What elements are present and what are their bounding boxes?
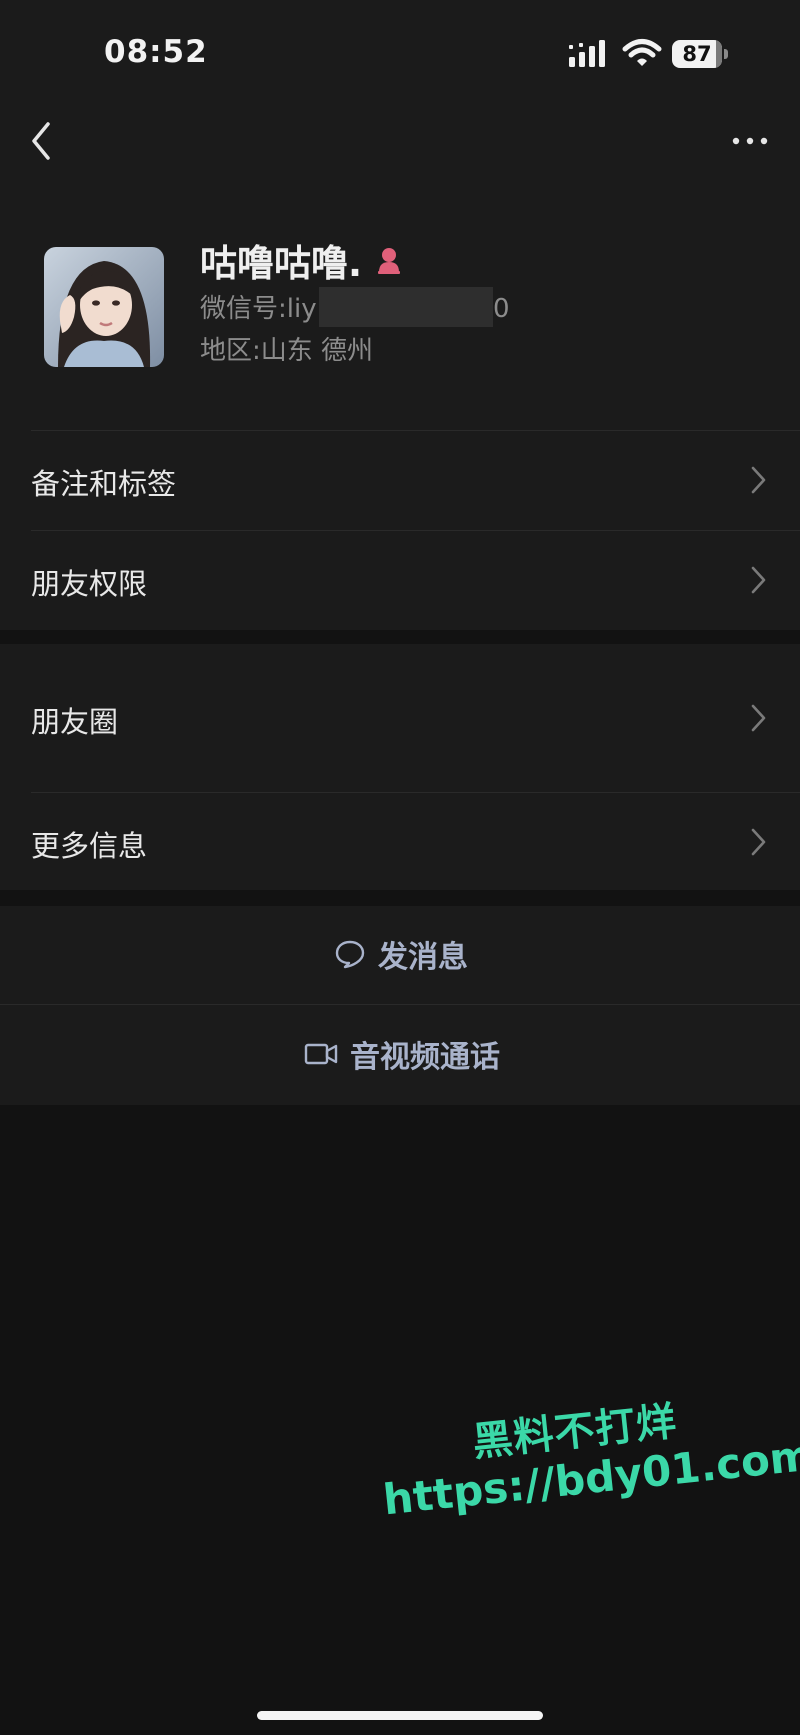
list-item-moments[interactable]: 朋友圈 [0, 644, 800, 792]
battery-body: 87 [672, 40, 722, 68]
list-item-friend-permissions[interactable]: 朋友权限 [0, 532, 800, 628]
divider [31, 530, 800, 531]
chevron-left-icon [32, 122, 50, 160]
send-message-button[interactable]: 发消息 [0, 906, 800, 1002]
chevron-right-icon [751, 466, 766, 494]
wechat-id-prefix: liy [286, 294, 317, 324]
list-item-more-info[interactable]: 更多信息 [0, 793, 800, 890]
video-call-label: 音视频通话 [350, 1040, 500, 1075]
status-bar: 08:52 87 [0, 0, 800, 100]
section-separator [0, 630, 800, 644]
contact-profile-screen: 08:52 87 咕噜咕噜. 微信号:liy 0 地区:山东 德州 备注和标签 … [0, 0, 800, 1735]
avatar[interactable] [44, 247, 164, 367]
divider [31, 430, 800, 431]
list-item-label: 朋友权限 [31, 567, 148, 601]
back-button[interactable] [22, 118, 62, 164]
more-horizontal-icon [732, 137, 768, 145]
wechat-id-row: 微信号:liy [200, 291, 317, 327]
profile-name-row: 咕噜咕噜. [200, 236, 404, 285]
redacted-area [319, 287, 493, 327]
list-item-label: 朋友圈 [31, 705, 119, 739]
wechat-id-label: 微信号: [200, 294, 287, 324]
video-call-button[interactable]: 音视频通话 [0, 1006, 800, 1102]
female-icon [378, 248, 401, 274]
cellular-signal-icon [569, 40, 605, 67]
profile-name: 咕噜咕噜. [200, 242, 363, 285]
status-time: 08:52 [104, 34, 208, 70]
battery-cap [724, 49, 728, 59]
wechat-id-suffix: 0 [493, 294, 510, 324]
chat-bubble-icon [335, 940, 365, 969]
divider [0, 1004, 800, 1005]
list-item-label: 更多信息 [31, 829, 148, 863]
chevron-right-icon [751, 828, 766, 856]
list-item-remarks-tags[interactable]: 备注和标签 [0, 432, 800, 528]
wifi-icon [622, 39, 662, 66]
list-item-label: 备注和标签 [31, 467, 177, 501]
send-message-label: 发消息 [378, 940, 468, 975]
watermark: 黑料不打烊 https://bdy01.com [375, 1378, 800, 1569]
battery-level: 87 [682, 42, 712, 66]
more-button[interactable] [728, 124, 772, 158]
home-indicator[interactable] [257, 1711, 543, 1720]
video-call-content: 音视频通话 [304, 1006, 500, 1102]
send-message-content: 发消息 [334, 906, 468, 1002]
chevron-right-icon [751, 566, 766, 594]
section-separator [0, 890, 800, 906]
region-text: 地区:山东 德州 [200, 336, 374, 366]
battery-indicator: 87 [672, 40, 728, 68]
chevron-right-icon [751, 704, 766, 732]
video-camera-icon [304, 1043, 338, 1065]
